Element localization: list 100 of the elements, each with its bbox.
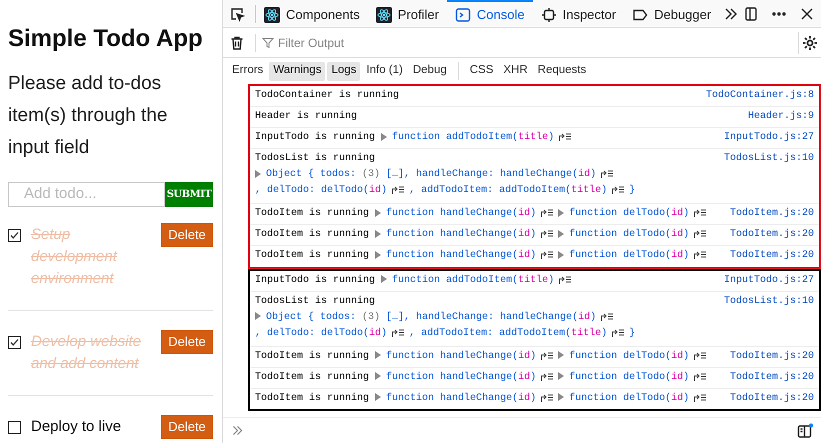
expand-arrow-icon[interactable]	[375, 208, 382, 217]
source-link[interactable]: TodoItem.js:20	[726, 250, 814, 263]
code-token: function delTodo(	[569, 372, 672, 383]
param-token: title	[518, 274, 548, 286]
code-token: )	[530, 229, 536, 240]
jump-icon[interactable]	[540, 229, 554, 238]
expand-arrow-icon[interactable]	[375, 230, 382, 238]
code-token: )	[548, 274, 554, 286]
app-title: Simple Todo App	[8, 24, 204, 54]
jump-icon[interactable]	[693, 250, 708, 260]
expand-arrow-icon[interactable]	[375, 393, 382, 402]
filter-toggle[interactable]: Logs	[327, 62, 360, 80]
devtools-tab[interactable]: Debugger	[624, 0, 720, 28]
code-token: function delTodo(	[569, 393, 672, 404]
source-link[interactable]: TodoItem.js:20	[726, 229, 814, 242]
submit-button[interactable]: SUBMIT	[165, 182, 213, 206]
param-token: id	[518, 250, 530, 262]
expand-arrow-icon[interactable]	[381, 275, 388, 284]
delete-button[interactable]: Delete	[161, 330, 213, 354]
expand-arrow-icon[interactable]	[558, 208, 564, 217]
source-link[interactable]: TodoItem.js:20	[726, 392, 814, 406]
code-token: )	[530, 208, 536, 220]
param-token: title	[571, 185, 602, 196]
source-link[interactable]: TodoItem.js:20	[726, 372, 814, 384]
jump-icon[interactable]	[540, 350, 554, 360]
expand-arrow-icon[interactable]	[558, 372, 564, 380]
delete-button[interactable]: Delete	[161, 222, 213, 246]
source-link[interactable]: TodoContainer.js:8	[702, 90, 814, 102]
code-token: )	[530, 250, 536, 262]
jump-icon[interactable]	[540, 208, 554, 218]
settings-icon[interactable]	[802, 34, 818, 50]
code-token: )	[601, 185, 608, 196]
chevrons-right-icon[interactable]	[723, 6, 740, 22]
trash-icon[interactable]	[229, 34, 245, 50]
devtools-tab[interactable]: Profiler	[368, 0, 447, 28]
expand-arrow-icon[interactable]	[375, 250, 382, 259]
source-link[interactable]: TodoItem.js:20	[726, 208, 814, 220]
code-token: )	[683, 393, 690, 404]
param-token: id	[671, 393, 684, 404]
todo-text: Deploy to live	[31, 416, 122, 436]
element-picker-icon[interactable]	[229, 6, 245, 22]
jump-icon[interactable]	[558, 132, 572, 141]
code-token: function handleChange(	[386, 250, 518, 262]
filter-toggle[interactable]: XHR	[499, 62, 532, 80]
filter-toggle[interactable]: Errors	[228, 62, 268, 80]
code-token: )	[590, 169, 596, 180]
expand-arrow-icon[interactable]	[558, 393, 564, 402]
filter-toggle[interactable]: Info (1)	[362, 62, 407, 80]
todo-input[interactable]: Add todo...	[8, 182, 165, 206]
devtools-tab[interactable]: Inspector	[532, 0, 624, 28]
jump-icon[interactable]	[611, 328, 626, 337]
expand-arrow-icon[interactable]	[381, 132, 388, 140]
close-icon[interactable]	[799, 6, 815, 22]
expand-arrow-icon[interactable]	[558, 230, 564, 238]
source-link[interactable]: InputTodo.js:27	[720, 132, 814, 144]
jump-icon[interactable]	[600, 169, 614, 178]
filter-toggle[interactable]: Warnings	[269, 62, 326, 80]
jump-icon[interactable]	[693, 208, 708, 218]
jump-icon[interactable]	[611, 185, 626, 194]
todo-checkbox[interactable]	[8, 336, 21, 348]
jump-icon[interactable]	[540, 250, 554, 260]
delete-button[interactable]: Delete	[161, 414, 213, 438]
jump-icon[interactable]	[693, 229, 708, 238]
source-link[interactable]: InputTodo.js:27	[720, 274, 814, 287]
count-token: (3)	[362, 169, 380, 180]
expand-arrow-icon[interactable]	[558, 351, 564, 360]
jump-icon[interactable]	[540, 372, 554, 381]
expand-arrow-icon[interactable]	[375, 351, 382, 360]
source-link[interactable]: TodoItem.js:20	[726, 350, 814, 363]
sidebar-toggle-icon[interactable]	[797, 422, 813, 438]
expand-arrow-icon[interactable]	[255, 170, 261, 178]
param-token: id	[518, 372, 530, 383]
source-link[interactable]: TodosList.js:10	[720, 153, 814, 166]
jump-icon[interactable]	[693, 372, 708, 381]
filter-toggle[interactable]: Debug	[408, 62, 451, 80]
jump-icon[interactable]	[600, 312, 614, 321]
dock-icon[interactable]	[743, 6, 759, 22]
devtools-tab[interactable]: Console	[446, 0, 533, 28]
source-link[interactable]: Header.js:9	[744, 111, 814, 123]
expand-arrow-icon[interactable]	[558, 250, 564, 259]
devtools-tab[interactable]: Components	[256, 0, 368, 28]
code-token: )	[683, 229, 690, 240]
todo-checkbox[interactable]	[8, 228, 21, 242]
jump-icon[interactable]	[391, 185, 406, 194]
code-token: function addTodoItem(	[392, 274, 518, 286]
jump-icon[interactable]	[693, 350, 708, 360]
jump-icon[interactable]	[540, 392, 554, 402]
todo-checkbox[interactable]	[8, 420, 21, 434]
param-token: id	[578, 312, 590, 323]
code-token: )	[530, 372, 536, 383]
jump-icon[interactable]	[558, 274, 572, 284]
filter-toggle[interactable]: CSS	[466, 62, 498, 80]
expand-arrow-icon[interactable]	[375, 372, 382, 380]
filter-field[interactable]: Filter Output	[278, 34, 798, 52]
jump-icon[interactable]	[391, 328, 406, 337]
param-token: id	[518, 350, 530, 362]
filter-toggle[interactable]: Requests	[534, 62, 590, 80]
expand-arrow-icon[interactable]	[255, 312, 261, 320]
source-link[interactable]: TodosList.js:10	[720, 296, 814, 308]
jump-icon[interactable]	[693, 392, 708, 402]
